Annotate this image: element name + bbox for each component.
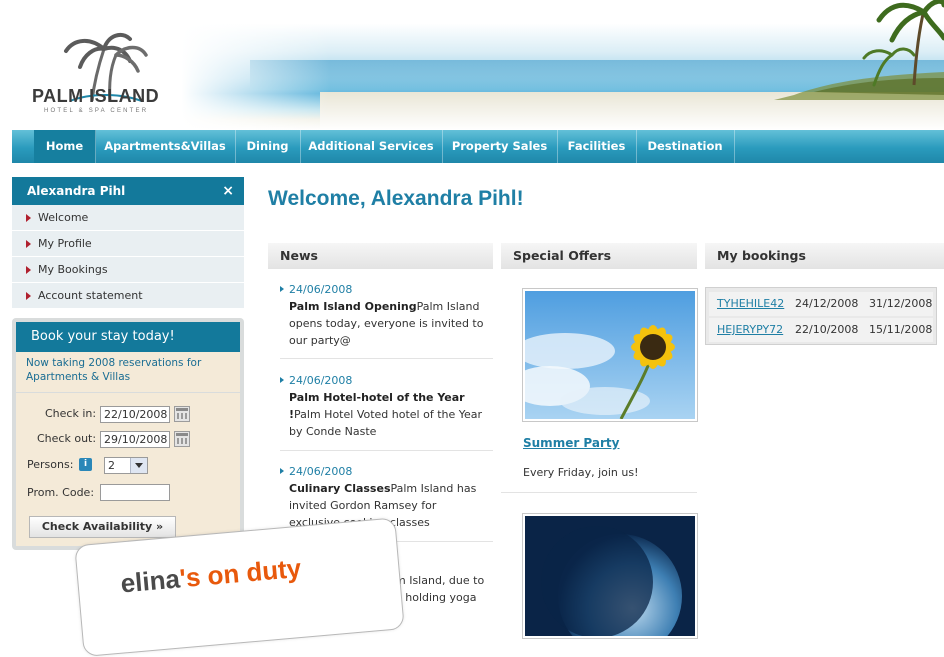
- news-title: Palm Island Opening: [289, 300, 417, 313]
- news-date[interactable]: 24/06/2008: [280, 283, 485, 296]
- badge-name: elina: [119, 563, 182, 599]
- brand-name: PALM ISLAND: [32, 86, 160, 106]
- booking-from-date: 22/10/2008: [795, 323, 859, 336]
- checkin-label: Check in:: [45, 407, 97, 420]
- news-header: News: [268, 243, 493, 269]
- info-icon[interactable]: i: [79, 458, 92, 471]
- booking-code-link[interactable]: HEJERYPY72: [717, 318, 783, 342]
- nav-facilities[interactable]: Facilities: [557, 130, 637, 163]
- user-panel-header: Alexandra Pihl ×: [12, 177, 244, 205]
- site-header: PALM ISLAND HOTEL & SPA CENTER: [0, 0, 944, 130]
- table-row: HEJERYPY72 22/10/2008 15/11/2008: [709, 318, 933, 342]
- calendar-icon[interactable]: [174, 431, 190, 447]
- promo-code-field[interactable]: [100, 484, 170, 501]
- menu-item-account-statement[interactable]: Account statement: [12, 283, 244, 309]
- persons-label: Persons:: [27, 458, 74, 471]
- persons-select[interactable]: 2: [104, 457, 148, 474]
- beach-palms-image: [774, 0, 944, 100]
- page-title: Welcome, Alexandra Pihl!: [268, 187, 524, 210]
- special-offers-header: Special Offers: [501, 243, 697, 269]
- booking-to-date: 15/11/2008: [869, 323, 933, 336]
- booking-code-link[interactable]: TYHEHILE42: [717, 292, 784, 316]
- news-title: Culinary Classes: [289, 482, 391, 495]
- news-body: Palm Hotel Voted hotel of the Year by Co…: [289, 408, 483, 438]
- booking-title: Book your stay today!: [16, 322, 240, 352]
- news-text: Palm Island OpeningPalm Island opens tod…: [280, 298, 485, 349]
- moon-image[interactable]: [522, 513, 698, 657]
- menu-item-welcome[interactable]: Welcome: [12, 205, 244, 231]
- divider: [280, 358, 493, 359]
- brand-tagline: HOTEL & SPA CENTER: [44, 108, 149, 114]
- booking-from-date: 24/12/2008: [795, 297, 859, 310]
- menu-item-my-profile[interactable]: My Profile: [12, 231, 244, 257]
- divider: [280, 450, 493, 451]
- checkin-field[interactable]: 22/10/2008: [100, 406, 170, 423]
- news-partial-line: m Island, due to: [395, 574, 485, 587]
- table-row: TYHEHILE42 24/12/2008 31/12/2008: [709, 292, 933, 316]
- booking-form: Check in: 22/10/2008 Check out: 29/10/20…: [16, 393, 240, 546]
- offer-description: Every Friday, join us!: [523, 466, 639, 479]
- news-item: 24/06/2008 Palm Hotel-hotel of the Year …: [280, 374, 485, 440]
- booking-note: Now taking 2008 reservations for Apartme…: [16, 352, 240, 392]
- persons-value: 2: [108, 459, 115, 472]
- nav-apartments-villas[interactable]: Apartments&Villas: [95, 130, 236, 163]
- bookings-table: TYHEHILE42 24/12/2008 31/12/2008 HEJERYP…: [705, 287, 937, 345]
- booking-widget: Book your stay today! Now taking 2008 re…: [12, 318, 244, 550]
- news-text: Palm Hotel-hotel of the Year !Palm Hotel…: [280, 389, 485, 440]
- nav-additional-services[interactable]: Additional Services: [300, 130, 443, 163]
- close-icon[interactable]: ×: [222, 177, 234, 205]
- main-nav: Home Apartments&Villas Dining Additional…: [12, 130, 944, 163]
- sunflower-picture: [510, 291, 695, 420]
- badge-text: elina's on duty: [119, 553, 302, 600]
- sunflower-image[interactable]: [510, 288, 698, 422]
- booking-to-date: 31/12/2008: [869, 297, 933, 310]
- nav-property-sales[interactable]: Property Sales: [442, 130, 558, 163]
- promo-label: Prom. Code:: [27, 486, 95, 499]
- nav-home[interactable]: Home: [34, 130, 96, 163]
- menu-item-my-bookings[interactable]: My Bookings: [12, 257, 244, 283]
- chevron-down-icon[interactable]: [130, 458, 147, 473]
- news-partial-line: e holding yoga: [395, 591, 477, 604]
- badge-status: 's on duty: [178, 552, 303, 594]
- nav-destination[interactable]: Destination: [636, 130, 735, 163]
- news-item: 24/06/2008 Palm Island OpeningPalm Islan…: [280, 283, 485, 349]
- nav-dining[interactable]: Dining: [235, 130, 301, 163]
- news-date[interactable]: 24/06/2008: [280, 374, 485, 387]
- user-name: Alexandra Pihl: [27, 184, 126, 198]
- my-bookings-header: My bookings: [705, 243, 944, 269]
- news-date[interactable]: 24/06/2008: [280, 465, 485, 478]
- user-panel: Alexandra Pihl × Welcome My Profile My B…: [12, 177, 244, 309]
- moon-picture: [525, 516, 695, 657]
- calendar-icon[interactable]: [174, 406, 190, 422]
- checkout-label: Check out:: [37, 432, 97, 445]
- check-availability-button[interactable]: Check Availability »: [29, 516, 176, 538]
- checkout-field[interactable]: 29/10/2008: [100, 431, 170, 448]
- news-partial-text: m Island, due to e holding yoga: [395, 572, 484, 606]
- offer-title-link[interactable]: Summer Party: [523, 436, 619, 450]
- divider: [501, 492, 697, 493]
